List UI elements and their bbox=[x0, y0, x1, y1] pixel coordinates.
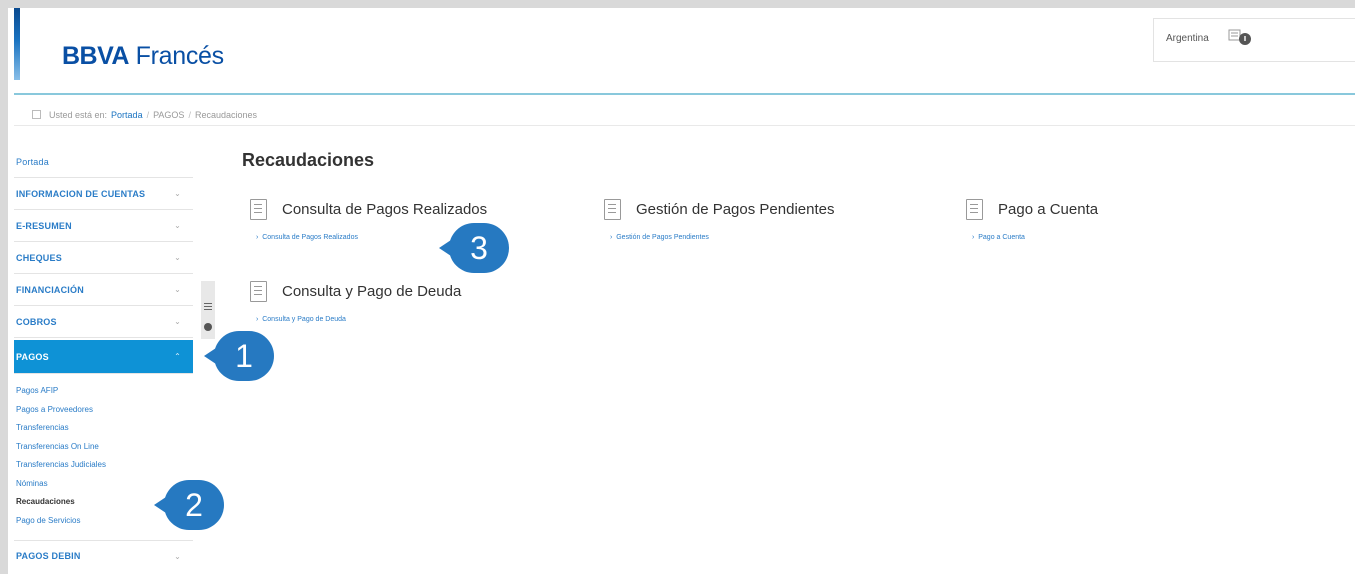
sidebar-item-pagos-debin[interactable]: PAGOS DEBIN ⌄ bbox=[14, 541, 193, 571]
screen-top-border bbox=[0, 0, 1355, 8]
chevron-down-icon: ⌄ bbox=[174, 317, 181, 326]
chevron-down-icon: ⌄ bbox=[174, 551, 181, 561]
country-menu-icon bbox=[1228, 29, 1251, 45]
sidebar-item-label: PAGOS DEBIN bbox=[16, 551, 81, 561]
logo-rest: Francés bbox=[128, 42, 225, 70]
home-icon bbox=[32, 110, 41, 119]
sidebar-item-label: FINANCIACIÓN bbox=[16, 284, 84, 295]
annotation-badge-2: 2 bbox=[164, 480, 224, 530]
link-label: Gestión de Pagos Pendientes bbox=[616, 234, 709, 241]
submenu-transferencias[interactable]: Transferencias bbox=[14, 419, 193, 438]
link-pago-a-cuenta[interactable]: › Pago a Cuenta bbox=[972, 234, 1025, 241]
submenu-pagos-proveedores[interactable]: Pagos a Proveedores bbox=[14, 401, 193, 420]
sidebar-item-financiacion[interactable]: FINANCIACIÓN ⌄ bbox=[14, 274, 193, 306]
sidebar-item-label: PAGOS bbox=[16, 351, 49, 362]
menu-lines-icon bbox=[204, 303, 212, 310]
annotation-badge-3: 3 bbox=[449, 223, 509, 273]
document-icon bbox=[604, 199, 621, 220]
submenu-transferencias-judiciales[interactable]: Transferencias Judiciales bbox=[14, 456, 193, 475]
sidebar-item-label: COBROS bbox=[16, 316, 57, 327]
link-label: Consulta y Pago de Deuda bbox=[262, 316, 346, 323]
bbva-logo[interactable]: BBVA Francés bbox=[62, 42, 224, 71]
submenu-transferencias-on-line[interactable]: Transferencias On Line bbox=[14, 438, 193, 457]
submenu-pagos-afip[interactable]: Pagos AFIP bbox=[14, 382, 193, 401]
chevron-down-icon: ⌄ bbox=[174, 221, 181, 230]
sidebar-item-label: CHEQUES bbox=[16, 252, 62, 263]
sidebar-collapse-handle[interactable] bbox=[201, 281, 215, 339]
sidebar-item-cobros[interactable]: COBROS ⌄ bbox=[14, 306, 193, 338]
page-title: Recaudaciones bbox=[242, 150, 375, 170]
chevron-down-icon: ⌄ bbox=[174, 285, 181, 294]
header-divider bbox=[14, 93, 1355, 95]
info-dot-icon bbox=[204, 323, 212, 331]
breadcrumb-current: Recaudaciones bbox=[194, 109, 257, 120]
country-selector[interactable]: Argentina bbox=[1153, 18, 1355, 62]
breadcrumb-pagos[interactable]: PAGOS bbox=[153, 110, 184, 120]
sidebar-item-label: E-RESUMEN bbox=[16, 220, 72, 231]
section-title: Consulta y Pago de Deuda bbox=[282, 283, 462, 300]
breadcrumb-separator: / bbox=[188, 109, 191, 120]
section-title: Gestión de Pagos Pendientes bbox=[636, 201, 835, 218]
annotation-badge-1: 1 bbox=[214, 331, 274, 381]
section-title: Consulta de Pagos Realizados bbox=[282, 201, 488, 218]
link-consulta-pago-deuda[interactable]: › Consulta y Pago de Deuda bbox=[256, 316, 346, 323]
screen-left-border bbox=[0, 0, 8, 574]
sidebar-item-cheques[interactable]: CHEQUES ⌄ bbox=[14, 242, 193, 274]
sidebar-item-portada[interactable]: Portada bbox=[14, 146, 193, 178]
sidebar-item-label: INFORMACION DE CUENTAS bbox=[16, 188, 146, 199]
country-label: Argentina bbox=[1166, 33, 1209, 44]
chevron-up-icon: ⌃ bbox=[174, 352, 181, 361]
link-consulta-pagos-realizados[interactable]: › Consulta de Pagos Realizados bbox=[256, 234, 358, 241]
brand-accent-bar bbox=[14, 8, 20, 80]
link-label: Pago a Cuenta bbox=[978, 234, 1025, 241]
document-icon bbox=[250, 281, 267, 302]
sidebar-item-label: Portada bbox=[16, 156, 49, 167]
sidebar-item-e-resumen[interactable]: E-RESUMEN ⌄ bbox=[14, 210, 193, 242]
breadcrumb: Usted está en: Portada / PAGOS / Recauda… bbox=[14, 104, 1355, 126]
section-title: Pago a Cuenta bbox=[998, 201, 1099, 218]
document-icon bbox=[966, 199, 983, 220]
breadcrumb-prefix: Usted está en: bbox=[49, 109, 108, 120]
breadcrumb-portada[interactable]: Portada bbox=[111, 110, 143, 120]
link-gestion-pagos-pendientes[interactable]: › Gestión de Pagos Pendientes bbox=[610, 234, 709, 241]
chevron-down-icon: ⌄ bbox=[174, 253, 181, 262]
submenu-nominas[interactable]: Nóminas bbox=[14, 475, 193, 494]
document-icon bbox=[250, 199, 267, 220]
logo-bold: BBVA bbox=[62, 42, 129, 70]
sidebar-item-pagos[interactable]: PAGOS ⌃ bbox=[14, 340, 193, 374]
breadcrumb-separator: / bbox=[146, 109, 150, 120]
chevron-down-icon: ⌄ bbox=[174, 189, 181, 198]
sidebar-item-informacion-cuentas[interactable]: INFORMACION DE CUENTAS ⌄ bbox=[14, 178, 193, 210]
link-label: Consulta de Pagos Realizados bbox=[262, 234, 358, 241]
